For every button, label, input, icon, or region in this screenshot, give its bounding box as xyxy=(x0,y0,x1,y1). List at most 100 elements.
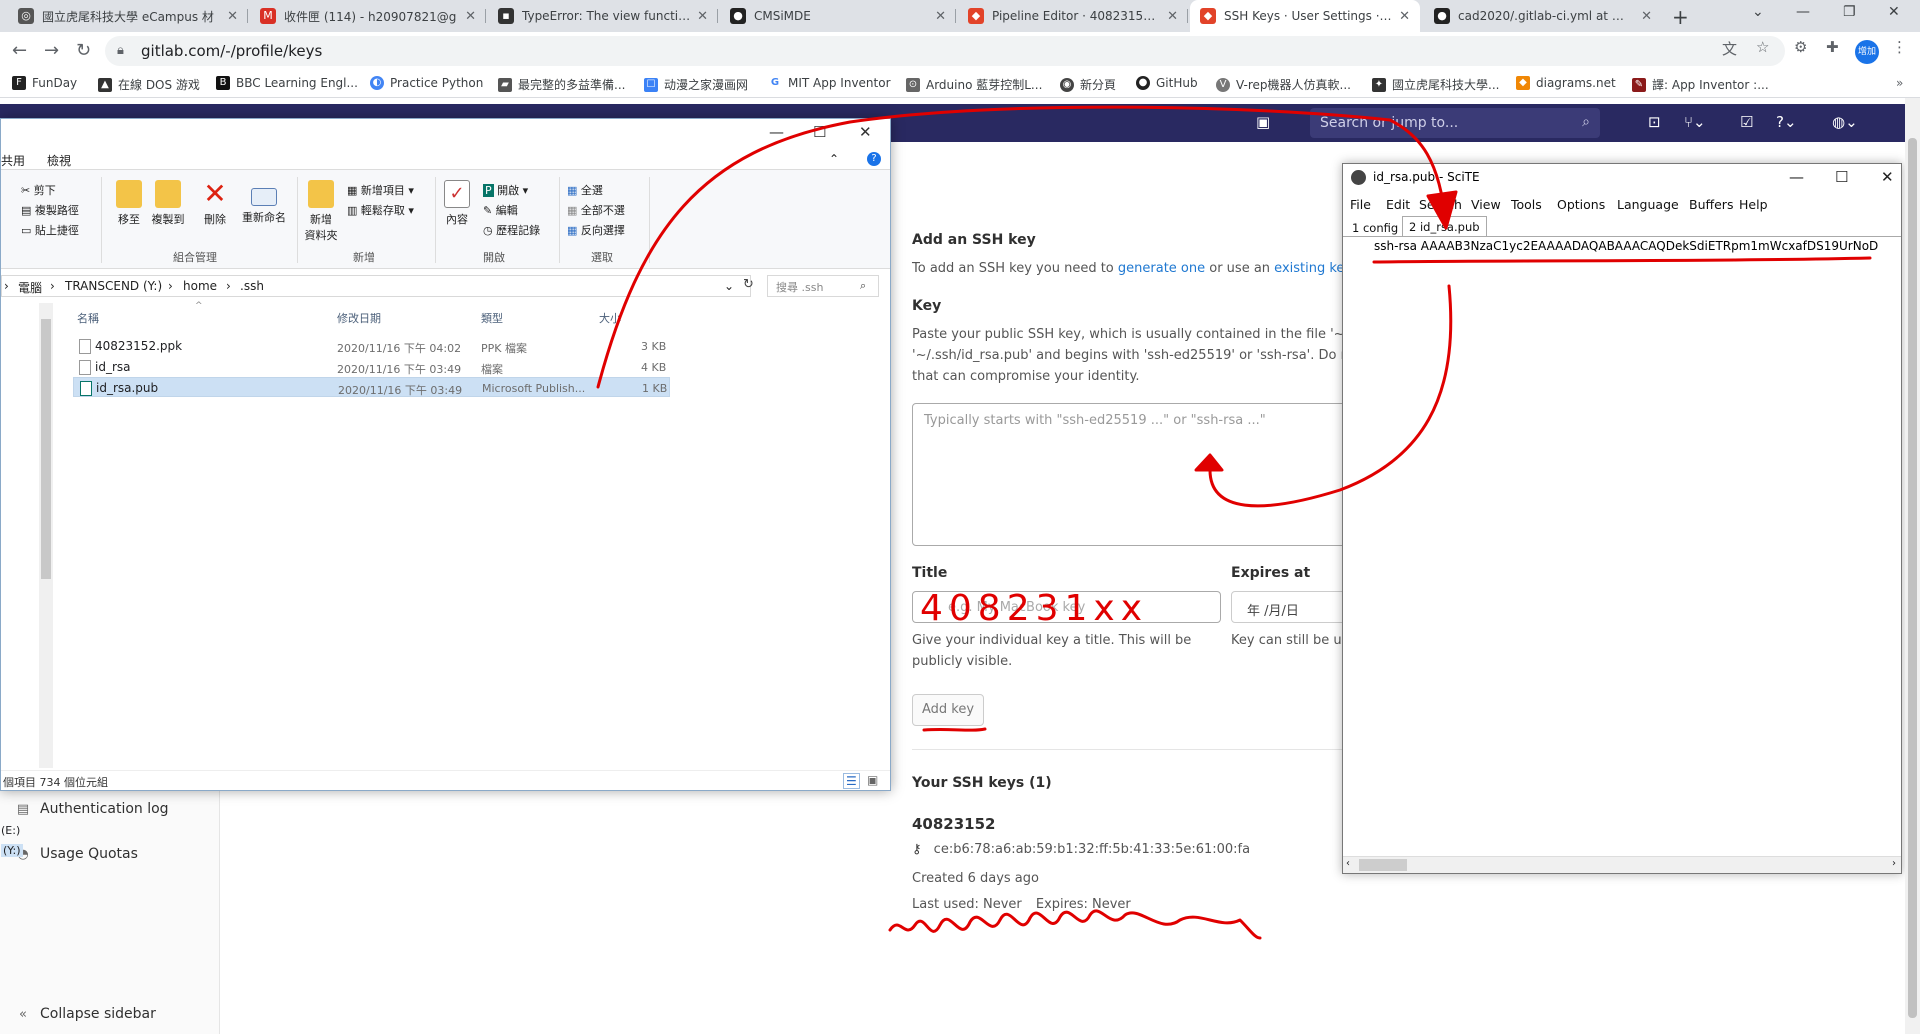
breadcrumb-item[interactable]: 電腦 xyxy=(18,279,42,296)
properties-button[interactable]: ✓ 內容 xyxy=(441,180,473,227)
tab-gmail[interactable]: M 收件匣 (114) - h20907821@g ✕ xyxy=(250,0,486,32)
merge-request-icon[interactable]: ⑂⌄ xyxy=(1684,113,1706,131)
collapse-sidebar-button[interactable]: « Collapse sidebar xyxy=(16,1006,156,1022)
bookmark[interactable]: ✎ 譯: App Inventor :... xyxy=(1632,76,1769,93)
search-input[interactable]: 搜尋 .ssh ⌕ xyxy=(767,275,879,297)
breadcrumb-item[interactable]: home xyxy=(183,279,217,293)
reload-icon[interactable]: ↻ xyxy=(76,40,91,61)
details-view-icon[interactable]: ☰ xyxy=(843,773,860,789)
extension-icon[interactable]: ⚙ xyxy=(1794,38,1807,56)
bookmark[interactable]: ● GitHub xyxy=(1136,76,1198,90)
add-key-button[interactable]: Add key xyxy=(912,694,984,726)
tab-search-icon[interactable]: ⌄ xyxy=(1752,4,1764,20)
column-type[interactable]: 類型 xyxy=(481,310,503,326)
rename-button[interactable]: 重新命名 xyxy=(237,180,291,225)
page-scrollbar[interactable] xyxy=(1905,98,1920,1034)
drive-y[interactable]: (Y:) xyxy=(1,844,23,857)
bookmark[interactable]: F FunDay xyxy=(12,76,77,90)
editor-text[interactable]: ssh-rsa AAAAB3NzaC1yc2EAAAADAQABAAACAQDe… xyxy=(1374,239,1889,257)
menu-options[interactable]: Options xyxy=(1557,197,1605,212)
key-textarea[interactable]: Typically starts with "ssh-ed25519 ..." … xyxy=(912,403,1362,546)
translate-icon[interactable]: 文 xyxy=(1722,38,1737,59)
close-tab-icon[interactable]: ✕ xyxy=(697,9,708,24)
minimize-icon[interactable]: — xyxy=(1789,168,1804,186)
cut-button[interactable]: ✂ 剪下 xyxy=(21,182,56,198)
url-text[interactable]: gitlab.com/-/profile/keys xyxy=(141,42,322,60)
history-button[interactable]: ◷ 歷程記錄 xyxy=(483,222,540,238)
title-input[interactable]: e.g. My MacBook key xyxy=(912,591,1221,623)
todo-icon[interactable]: ☑ xyxy=(1740,113,1753,131)
search-input[interactable]: Search or jump to... ⌕ xyxy=(1310,108,1600,138)
bookmark[interactable]: ▰ 最完整的多益準備... xyxy=(498,76,625,93)
easy-access-button[interactable]: ▥ 輕鬆存取 ▾ xyxy=(347,202,414,218)
scrollbar-thumb[interactable] xyxy=(1908,138,1917,1018)
minimize-icon[interactable]: — xyxy=(1796,4,1810,20)
maximize-icon[interactable]: ☐ xyxy=(813,123,826,141)
close-window-icon[interactable]: ✕ xyxy=(1881,168,1894,186)
bookmark[interactable]: ◉ 新分頁 xyxy=(1060,76,1116,93)
copy-path-button[interactable]: ▤ 複製路徑 xyxy=(21,202,79,218)
table-row[interactable]: id_rsa 2020/11/16 下午 03:49 檔案 4 KB xyxy=(73,357,670,377)
bookmark[interactable]: ◐ Practice Python xyxy=(370,76,483,90)
tab-ssh-keys[interactable]: ◆ SSH Keys · User Settings · GitLa ✕ xyxy=(1190,0,1420,32)
more-bookmarks-icon[interactable]: » xyxy=(1896,76,1903,90)
tab-cmsimde[interactable]: ● CMSiMDE ✕ xyxy=(720,0,956,32)
menu-tools[interactable]: Tools xyxy=(1511,197,1542,212)
breadcrumb-item[interactable]: TRANSCEND (Y:) xyxy=(65,279,162,293)
select-all-button[interactable]: ▦ 全選 xyxy=(567,182,603,198)
menu-buffers[interactable]: Buffers xyxy=(1689,197,1733,212)
tab-typeerror[interactable]: ▪ TypeError: The view function d ✕ xyxy=(488,0,718,32)
user-avatar-icon[interactable]: ◍⌄ xyxy=(1832,113,1858,131)
copy-to-button[interactable]: 複製到 xyxy=(145,180,191,227)
close-window-icon[interactable]: ✕ xyxy=(859,123,872,141)
bookmark[interactable]: ✦ 國立虎尾科技大學... xyxy=(1372,76,1499,93)
large-icons-view-icon[interactable]: ▣ xyxy=(867,773,878,787)
scrollbar-thumb[interactable] xyxy=(1359,859,1407,871)
scroll-left-icon[interactable]: ‹ xyxy=(1346,858,1350,869)
close-tab-icon[interactable]: ✕ xyxy=(1399,9,1410,24)
plus-icon[interactable]: ▣ xyxy=(1256,113,1270,131)
column-name[interactable]: 名稱 xyxy=(77,310,99,326)
close-tab-icon[interactable]: ✕ xyxy=(935,9,946,24)
forward-icon[interactable]: → xyxy=(44,40,59,61)
restore-icon[interactable]: ❐ xyxy=(1843,4,1856,20)
issues-icon[interactable]: ⊡ xyxy=(1648,113,1661,131)
minimize-icon[interactable]: — xyxy=(769,123,784,141)
tab-gitlab-ci[interactable]: ● cad2020/.gitlab-ci.yml at mast ✕ xyxy=(1424,0,1662,32)
puzzle-icon[interactable]: ✚ xyxy=(1826,38,1839,56)
table-row[interactable]: 40823152.ppk 2020/11/16 下午 04:02 PPK 檔案 … xyxy=(73,336,670,356)
sidebar-item-authentication-log[interactable]: ▤ Authentication log xyxy=(16,801,169,817)
scrollbar-thumb[interactable] xyxy=(41,319,51,579)
menu-help[interactable]: Help xyxy=(1739,197,1768,212)
nav-scrollbar[interactable] xyxy=(39,303,53,768)
bookmark[interactable]: ▲ 在線 DOS 游戏 xyxy=(98,76,200,93)
close-tab-icon[interactable]: ✕ xyxy=(1167,9,1178,24)
select-none-button[interactable]: ▦ 全部不選 xyxy=(567,202,625,218)
column-date[interactable]: 修改日期 xyxy=(337,310,381,326)
maximize-icon[interactable]: ☐ xyxy=(1835,168,1848,186)
menu-view[interactable]: View xyxy=(1471,197,1501,212)
menu-file[interactable]: File xyxy=(1350,197,1371,212)
close-tab-icon[interactable]: ✕ xyxy=(465,9,476,24)
menu-edit[interactable]: Edit xyxy=(1386,197,1410,212)
breadcrumb-item[interactable]: .ssh xyxy=(240,279,264,293)
menu-search[interactable]: Search xyxy=(1419,197,1462,212)
sidebar-item-usage-quotas[interactable]: ◔ Usage Quotas xyxy=(16,846,138,862)
existing-key-link[interactable]: existing key xyxy=(1274,261,1350,276)
table-row[interactable]: id_rsa.pub 2020/11/16 下午 03:49 Microsoft… xyxy=(73,377,670,397)
horizontal-scrollbar[interactable]: ‹ › xyxy=(1343,856,1901,873)
help-icon[interactable]: ? xyxy=(867,152,881,166)
tab-id-rsa-pub[interactable]: 2 id_rsa.pub xyxy=(1402,216,1487,236)
menu-share[interactable]: 共用 xyxy=(1,152,25,169)
delete-button[interactable]: ✕ 刪除 xyxy=(197,180,233,227)
back-icon[interactable]: ← xyxy=(12,40,27,61)
tab-pipeline-editor[interactable]: ◆ Pipeline Editor · 40823152 / ca ✕ xyxy=(958,0,1188,32)
close-tab-icon[interactable]: ✕ xyxy=(1641,9,1652,24)
new-item-button[interactable]: ▦ 新增項目 ▾ xyxy=(347,182,414,198)
bookmark[interactable]: V V-rep機器人仿真軟... xyxy=(1216,76,1351,93)
tab-ecampus[interactable]: ◎ 國立虎尾科技大學 eCampus 材 ✕ xyxy=(8,0,248,32)
bookmark[interactable]: ☐ 动漫之家漫画网 xyxy=(644,76,748,93)
bookmark-star-icon[interactable]: ☆ xyxy=(1756,38,1769,56)
new-tab-button[interactable]: + xyxy=(1672,5,1689,29)
menu-language[interactable]: Language xyxy=(1617,197,1679,212)
